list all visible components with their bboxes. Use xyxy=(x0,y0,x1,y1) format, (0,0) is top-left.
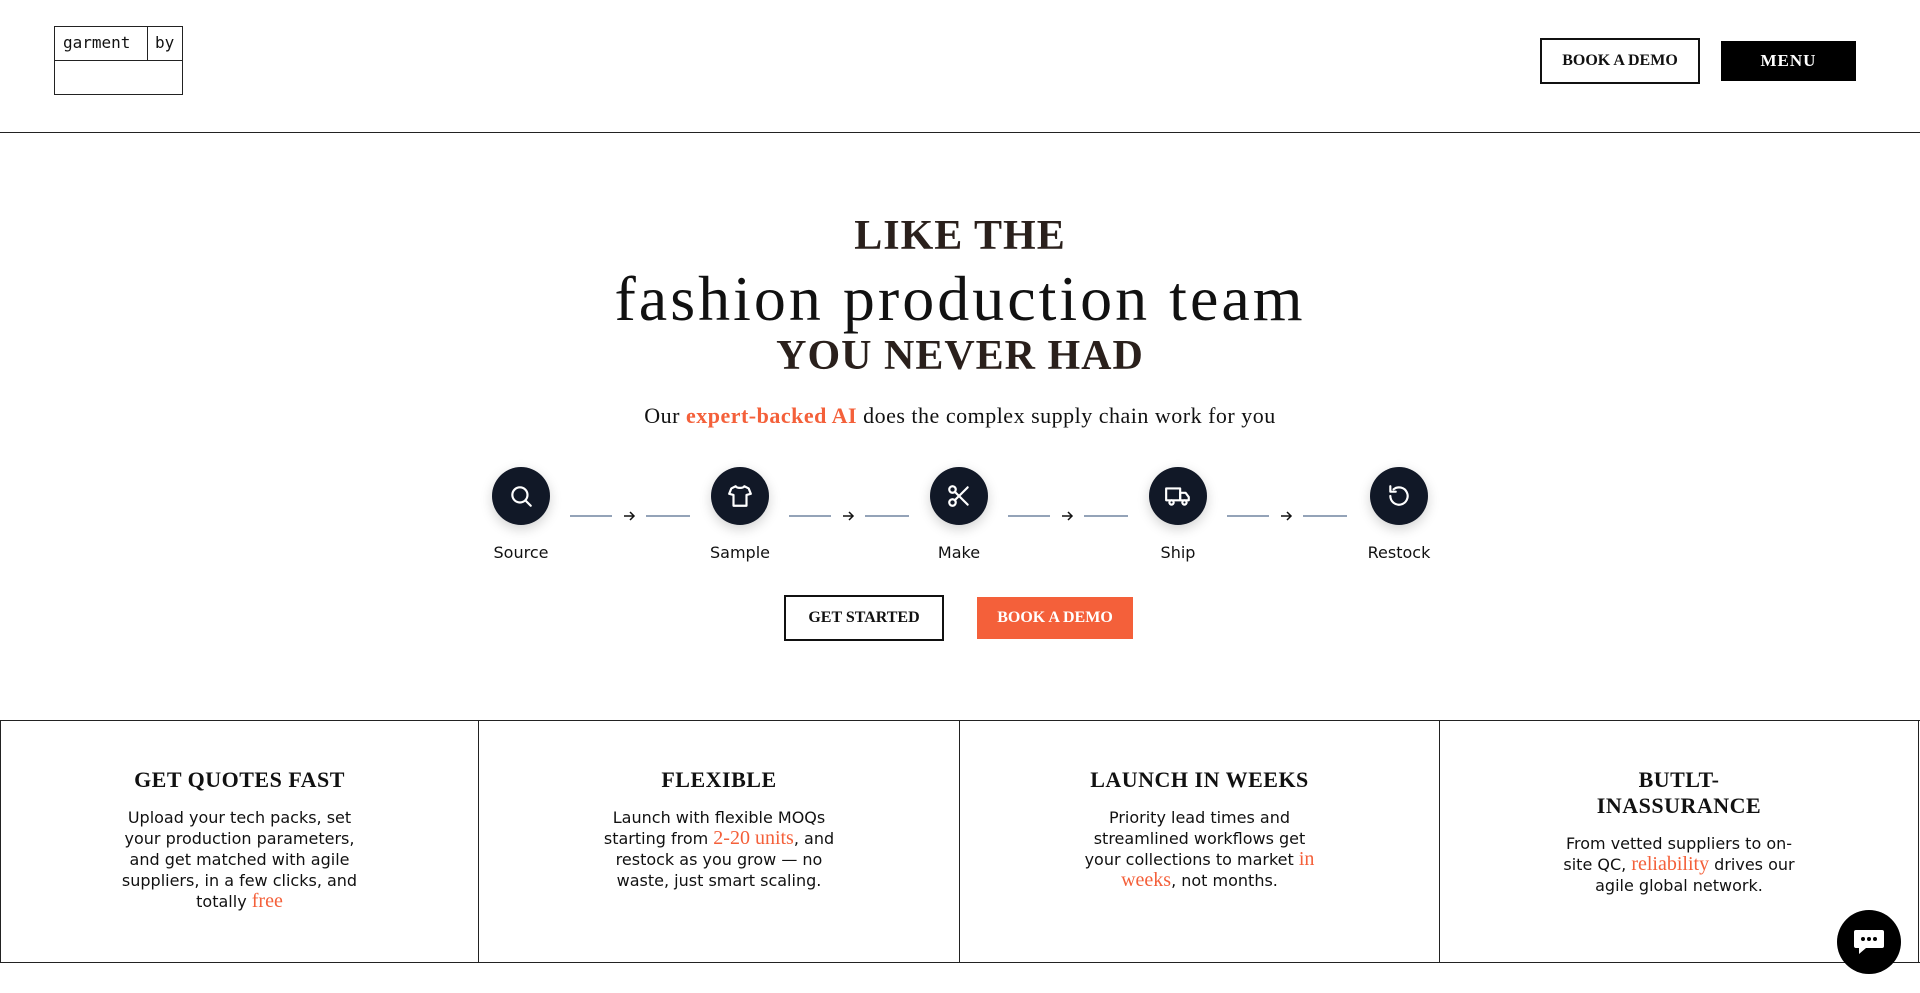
step-label: Source xyxy=(493,543,549,562)
feature-card-launch: LAUNCH IN WEEKS Priority lead times and … xyxy=(960,721,1440,962)
feature-card-flexible: FLEXIBLE Launch with flexible MOQs start… xyxy=(479,721,960,962)
logo[interactable]: garment by xyxy=(54,26,183,95)
get-started-button[interactable]: GET STARTED xyxy=(784,595,944,641)
feature-accent: free xyxy=(251,890,283,912)
feature-title: LAUNCH IN WEEKS xyxy=(1090,767,1309,792)
step-restock: Restock xyxy=(1339,467,1459,562)
chat-icon xyxy=(1854,930,1884,954)
step-connector-arrow xyxy=(789,511,909,521)
hero-book-demo-button[interactable]: BOOK A DEMO xyxy=(977,597,1133,639)
feature-accent: 2-20 units xyxy=(713,827,794,849)
feature-title: GET QUOTES FAST xyxy=(134,767,345,792)
feature-card-quotes: GET QUOTES FAST Upload your tech packs, … xyxy=(0,721,479,962)
refresh-icon xyxy=(1389,485,1409,506)
header-book-demo-button[interactable]: BOOK A DEMO xyxy=(1540,38,1700,84)
logo-word-garment: garment xyxy=(55,27,148,60)
logo-top-row: garment by xyxy=(55,27,182,61)
step-make: Make xyxy=(899,467,1019,562)
step-connector-arrow xyxy=(1008,511,1128,521)
hero-heading-line2: fashion production team xyxy=(614,263,1306,334)
step-label: Make xyxy=(937,543,981,562)
step-source: Source xyxy=(461,467,581,562)
features-section: GET QUOTES FAST Upload your tech packs, … xyxy=(0,720,1920,963)
subtitle-text-after: does the complex supply chain work for y… xyxy=(857,403,1276,428)
step-icon-circle xyxy=(930,467,988,525)
subtitle-text-before: Our xyxy=(644,403,686,428)
step-label: Restock xyxy=(1367,543,1431,562)
step-icon-circle xyxy=(1149,467,1207,525)
search-icon xyxy=(511,486,532,507)
site-header: garment by BOOK A DEMO MENU xyxy=(0,0,1920,133)
feature-text-before: Upload your tech packs, set your product… xyxy=(121,808,358,911)
hero-heading-line3: YOU NEVER HAD xyxy=(776,333,1144,379)
feature-text-after: , not months. xyxy=(1171,871,1278,890)
step-icon-circle xyxy=(711,467,769,525)
step-icon-circle xyxy=(1370,467,1428,525)
shirt-icon xyxy=(728,485,752,507)
truck-icon xyxy=(1165,487,1190,506)
feature-text-before: Priority lead times and streamlined work… xyxy=(1084,808,1306,869)
step-icon-circle xyxy=(492,467,550,525)
menu-button[interactable]: MENU xyxy=(1721,41,1856,81)
step-connector-arrow xyxy=(1227,511,1347,521)
logo-word-by: by xyxy=(155,33,175,52)
step-label: Ship xyxy=(1160,543,1196,562)
step-ship: Ship xyxy=(1118,467,1238,562)
hero-subtitle: Our expert-backed AI does the complex su… xyxy=(0,403,1920,429)
scissors-icon xyxy=(948,485,969,507)
step-connector-arrow xyxy=(570,511,690,521)
subtitle-highlight: expert-backed AI xyxy=(685,403,858,428)
hero-heading-line1: LIKE THE xyxy=(854,213,1066,259)
chat-button[interactable] xyxy=(1837,910,1901,974)
feature-text: Upload your tech packs, set your product… xyxy=(120,807,360,912)
feature-text: From vetted suppliers to on-site QC, rel… xyxy=(1559,833,1799,896)
feature-title: BUTLT-INASSURANCE xyxy=(1596,767,1762,818)
feature-accent: reliability xyxy=(1631,853,1710,875)
step-sample: Sample xyxy=(680,467,800,562)
feature-text: Launch with flexible MOQs starting from … xyxy=(599,807,839,891)
feature-text: Priority lead times and streamlined work… xyxy=(1080,807,1320,891)
feature-title: FLEXIBLE xyxy=(661,767,777,792)
step-label: Sample xyxy=(710,543,770,562)
